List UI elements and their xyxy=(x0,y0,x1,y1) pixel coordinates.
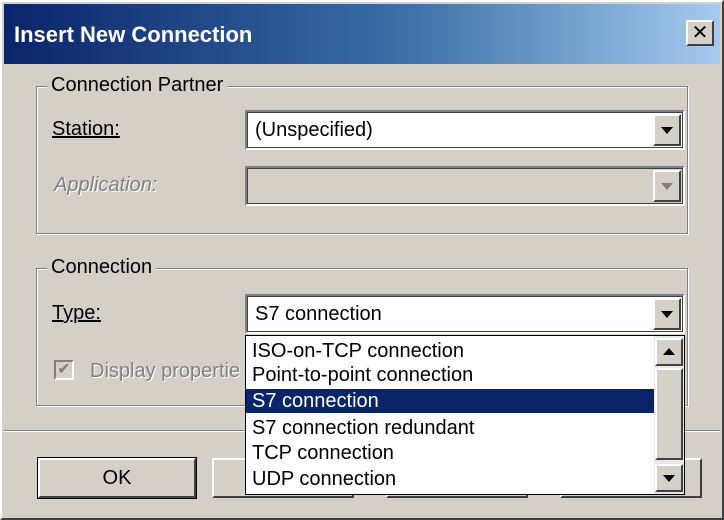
chevron-down-icon xyxy=(661,183,673,190)
type-dropdown-button[interactable] xyxy=(653,298,681,330)
ok-button[interactable]: OK xyxy=(37,457,197,499)
display-properties-label: Display propertie xyxy=(90,360,241,382)
station-combobox[interactable]: (Unspecified) xyxy=(245,110,685,150)
ok-button-label: OK xyxy=(102,467,132,489)
station-dropdown-button[interactable] xyxy=(653,114,681,146)
connection-partner-group: Connection Partner xyxy=(36,74,688,234)
dropdown-option-s7-redundant[interactable]: S7 connection redundant xyxy=(246,416,654,440)
chevron-down-icon xyxy=(661,311,673,318)
application-combobox xyxy=(245,166,685,206)
dropdown-option-udp[interactable]: UDP connection xyxy=(246,467,654,491)
application-dropdown-button xyxy=(653,170,681,202)
chevron-down-icon xyxy=(661,127,673,134)
chevron-up-icon xyxy=(663,348,675,355)
dropdown-option-iso-on-tcp[interactable]: ISO-on-TCP connection xyxy=(246,339,654,363)
dropdown-option-point-to-point[interactable]: Point-to-point connection xyxy=(246,363,654,387)
type-combobox[interactable]: S7 connection xyxy=(245,294,685,334)
chevron-down-icon xyxy=(663,475,675,482)
connection-partner-legend: Connection Partner xyxy=(47,74,228,97)
type-label: Type: xyxy=(52,302,101,325)
display-properties-checkbox: ✔ xyxy=(54,360,74,380)
station-value: (Unspecified) xyxy=(255,119,373,141)
close-icon: ✕ xyxy=(691,22,709,44)
connection-legend: Connection xyxy=(47,256,157,279)
scroll-up-button[interactable] xyxy=(655,338,683,366)
title-bar[interactable]: Insert New Connection ✕ xyxy=(4,4,720,64)
dialog-title: Insert New Connection xyxy=(14,22,253,47)
dropdown-option-s7[interactable]: S7 connection xyxy=(246,389,654,413)
dropdown-scrollbar[interactable] xyxy=(654,336,684,494)
dropdown-option-tcp[interactable]: TCP connection xyxy=(246,441,654,465)
type-label-text: Type: xyxy=(52,302,101,324)
type-value: S7 connection xyxy=(255,303,382,325)
insert-new-connection-dialog: Insert New Connection ✕ Connection Partn… xyxy=(0,0,724,520)
station-label-text: Station: xyxy=(52,118,120,140)
type-dropdown-list[interactable]: ISO-on-TCP connection Point-to-point con… xyxy=(245,335,685,495)
application-label: Application: xyxy=(54,174,158,196)
close-button[interactable]: ✕ xyxy=(686,20,714,46)
station-label: Station: xyxy=(52,118,120,141)
scroll-down-button[interactable] xyxy=(655,464,683,492)
scrollbar-thumb[interactable] xyxy=(655,368,683,460)
checkmark-icon: ✔ xyxy=(57,361,71,378)
